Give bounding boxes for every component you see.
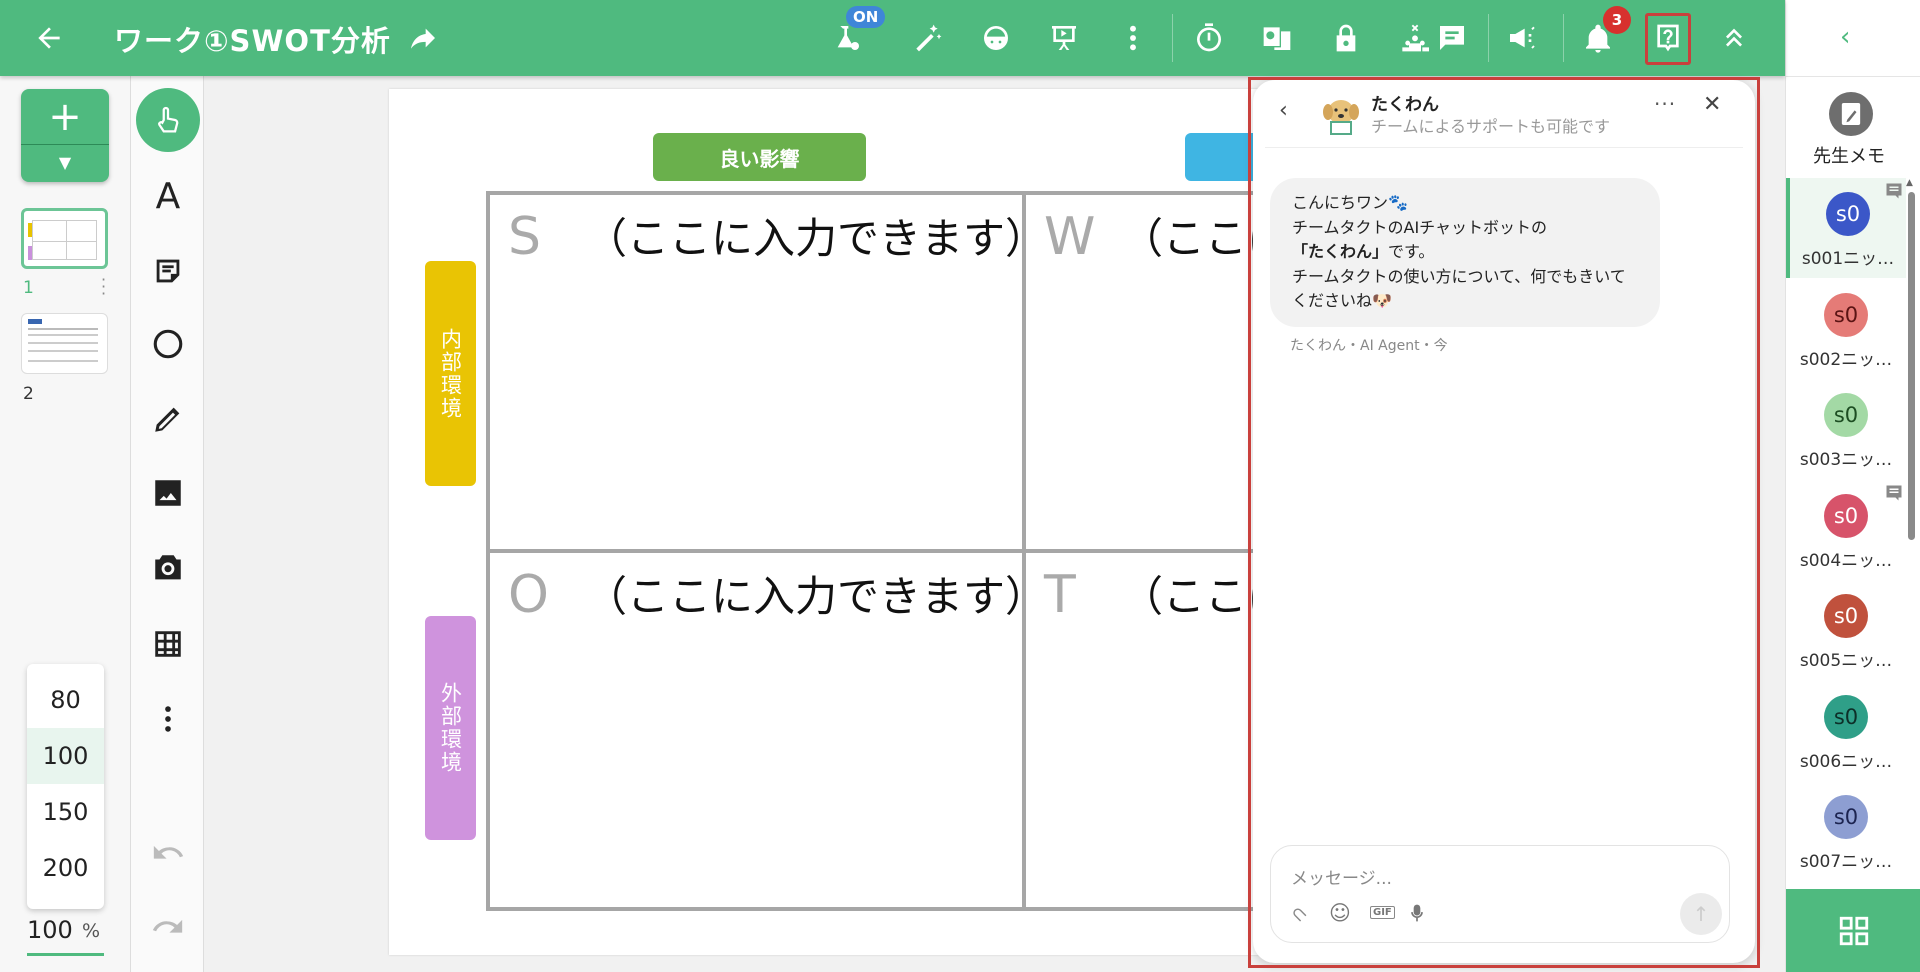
- image-icon[interactable]: [143, 468, 193, 518]
- positive-impact-header: 良い影響: [653, 133, 866, 181]
- toolbar-divider: [1172, 14, 1173, 62]
- student-avatar: s0: [1824, 493, 1868, 538]
- share-arrow-icon[interactable]: [403, 18, 443, 58]
- text-tool-icon[interactable]: A: [143, 171, 193, 221]
- comment-icon[interactable]: [1884, 484, 1904, 502]
- student-item[interactable]: s0 s005ニッ…: [1786, 580, 1906, 680]
- student-avatar: s0: [1824, 694, 1868, 739]
- page-title: ワーク①SWOT分析: [114, 24, 391, 58]
- student-name: s003ニッ…: [1799, 450, 1893, 470]
- student-name: s001ニッ…: [1801, 249, 1895, 269]
- plus-icon[interactable]: +: [21, 89, 109, 145]
- zoom-dropdown-menu: 80 100 150 200: [27, 664, 104, 909]
- grid-view-icon: [1839, 916, 1868, 945]
- comment-icon[interactable]: [1884, 182, 1904, 200]
- chat-highlight-frame: [1248, 77, 1760, 968]
- help-icon[interactable]: [1648, 18, 1688, 58]
- drawing-tools-column: A: [131, 76, 204, 972]
- toolbar-divider: [1563, 14, 1564, 62]
- announce-icon[interactable]: [1502, 18, 1542, 58]
- collapse-up-icon[interactable]: [1714, 18, 1754, 58]
- grid-view-button[interactable]: [1786, 889, 1920, 972]
- divider: [1786, 76, 1920, 77]
- student-name: s006ニッ…: [1799, 751, 1893, 772]
- cell-letter: W: [1044, 207, 1096, 267]
- student-name: s004ニッ…: [1799, 550, 1893, 571]
- more-tools-icon[interactable]: [143, 694, 193, 744]
- hand-pointer-tool[interactable]: [136, 88, 200, 152]
- zoom-option-80[interactable]: 80: [27, 672, 104, 728]
- teacher-memo-icon[interactable]: [1829, 92, 1873, 136]
- zoom-unit: %: [81, 920, 100, 942]
- swot-cell-strengths[interactable]: S （ここに入力できます）: [486, 191, 1047, 553]
- student-avatar: s0: [1826, 192, 1870, 236]
- student-list: s0 s001ニッ… s0 s002ニッ… s0 s003ニッ… s0 s004ニッ… s0 s0…: [1786, 178, 1906, 888]
- zoom-option-200[interactable]: 200: [27, 840, 104, 896]
- cell-letter: T: [1044, 565, 1076, 625]
- student-name: s005ニッ…: [1799, 651, 1893, 671]
- cell-text[interactable]: （ここに入力できます）: [585, 205, 1047, 266]
- presentation-icon[interactable]: [1044, 18, 1084, 58]
- page-thumbnail-2[interactable]: [21, 313, 108, 374]
- student-item[interactable]: s0 s006ニッ…: [1786, 681, 1906, 781]
- page-more-icon[interactable]: · · ·: [101, 272, 106, 302]
- zoom-option-100[interactable]: 100: [27, 728, 104, 784]
- student-item[interactable]: s0 s002ニッ…: [1786, 279, 1906, 379]
- circle-shape-icon[interactable]: [143, 319, 193, 369]
- internal-environment-label: 内部環境: [425, 261, 476, 486]
- scrollbar-thumb[interactable]: [1908, 192, 1915, 540]
- student-item[interactable]: s0 s007ニッ…: [1786, 781, 1906, 881]
- back-arrow-icon[interactable]: [29, 18, 69, 58]
- student-item[interactable]: s0 s001ニッ…: [1786, 178, 1906, 278]
- add-page-button[interactable]: + ▼: [21, 89, 109, 182]
- student-avatar: s0: [1824, 393, 1868, 437]
- page-number: 1: [23, 278, 34, 298]
- dropdown-arrow-icon[interactable]: ▼: [21, 145, 109, 181]
- student-avatar: s0: [1824, 292, 1868, 337]
- magic-wand-icon[interactable]: [907, 18, 947, 58]
- collapse-sidebar-chevron-icon[interactable]: ‹: [1840, 22, 1850, 52]
- scroll-up-arrow[interactable]: ▲: [1906, 178, 1916, 188]
- student-avatar: s0: [1824, 795, 1868, 839]
- student-item[interactable]: s0 s004ニッ…: [1786, 480, 1906, 580]
- page-number: 2: [23, 384, 34, 404]
- cell-letter: S: [508, 207, 542, 267]
- zoom-option-150[interactable]: 150: [27, 784, 104, 840]
- pencil-icon[interactable]: [143, 394, 193, 444]
- swot-cell-opportunities[interactable]: O （ここに入力できます）: [486, 549, 1047, 911]
- camera-icon[interactable]: [143, 543, 193, 593]
- chat-icon[interactable]: [1432, 18, 1472, 58]
- hide-participants-icon[interactable]: [1397, 18, 1437, 58]
- right-sidebar: ‹ 先生メモ s0 s001ニッ… s0 s002ニッ… s0 s003ニッ… s0 s004…: [1785, 0, 1920, 972]
- student-name: s002ニッ…: [1799, 349, 1893, 370]
- cell-letter: O: [508, 565, 549, 625]
- more-vert-icon[interactable]: [1113, 18, 1153, 58]
- toolbar-divider: [1488, 14, 1489, 62]
- undo-icon[interactable]: [143, 828, 193, 878]
- student-avatar: s0: [1824, 594, 1868, 638]
- compare-answers-icon[interactable]: [1257, 18, 1297, 58]
- ai-on-badge: ON: [846, 6, 886, 28]
- zoom-value: 100: [27, 916, 73, 944]
- redo-icon[interactable]: [143, 902, 193, 952]
- top-toolbar: ワーク①SWOT分析 ON 3: [0, 0, 1785, 76]
- student-item[interactable]: s0 s003ニッ…: [1786, 379, 1906, 479]
- timer-icon[interactable]: [1189, 18, 1229, 58]
- teacher-memo-label: 先生メモ: [1813, 146, 1885, 167]
- student-name: s007ニッ…: [1799, 852, 1893, 872]
- lock-icon[interactable]: [1326, 18, 1366, 58]
- table-grid-icon[interactable]: [143, 619, 193, 669]
- zoom-level-input[interactable]: 100 %: [27, 916, 104, 956]
- cell-text[interactable]: （ここに入力できます）: [585, 563, 1047, 624]
- student-view-icon[interactable]: [976, 18, 1016, 58]
- external-environment-label: 外部環境: [425, 616, 476, 840]
- sticky-note-icon[interactable]: [143, 246, 193, 296]
- notification-count-badge: 3: [1603, 6, 1631, 34]
- page-thumbnail-1[interactable]: [21, 208, 108, 269]
